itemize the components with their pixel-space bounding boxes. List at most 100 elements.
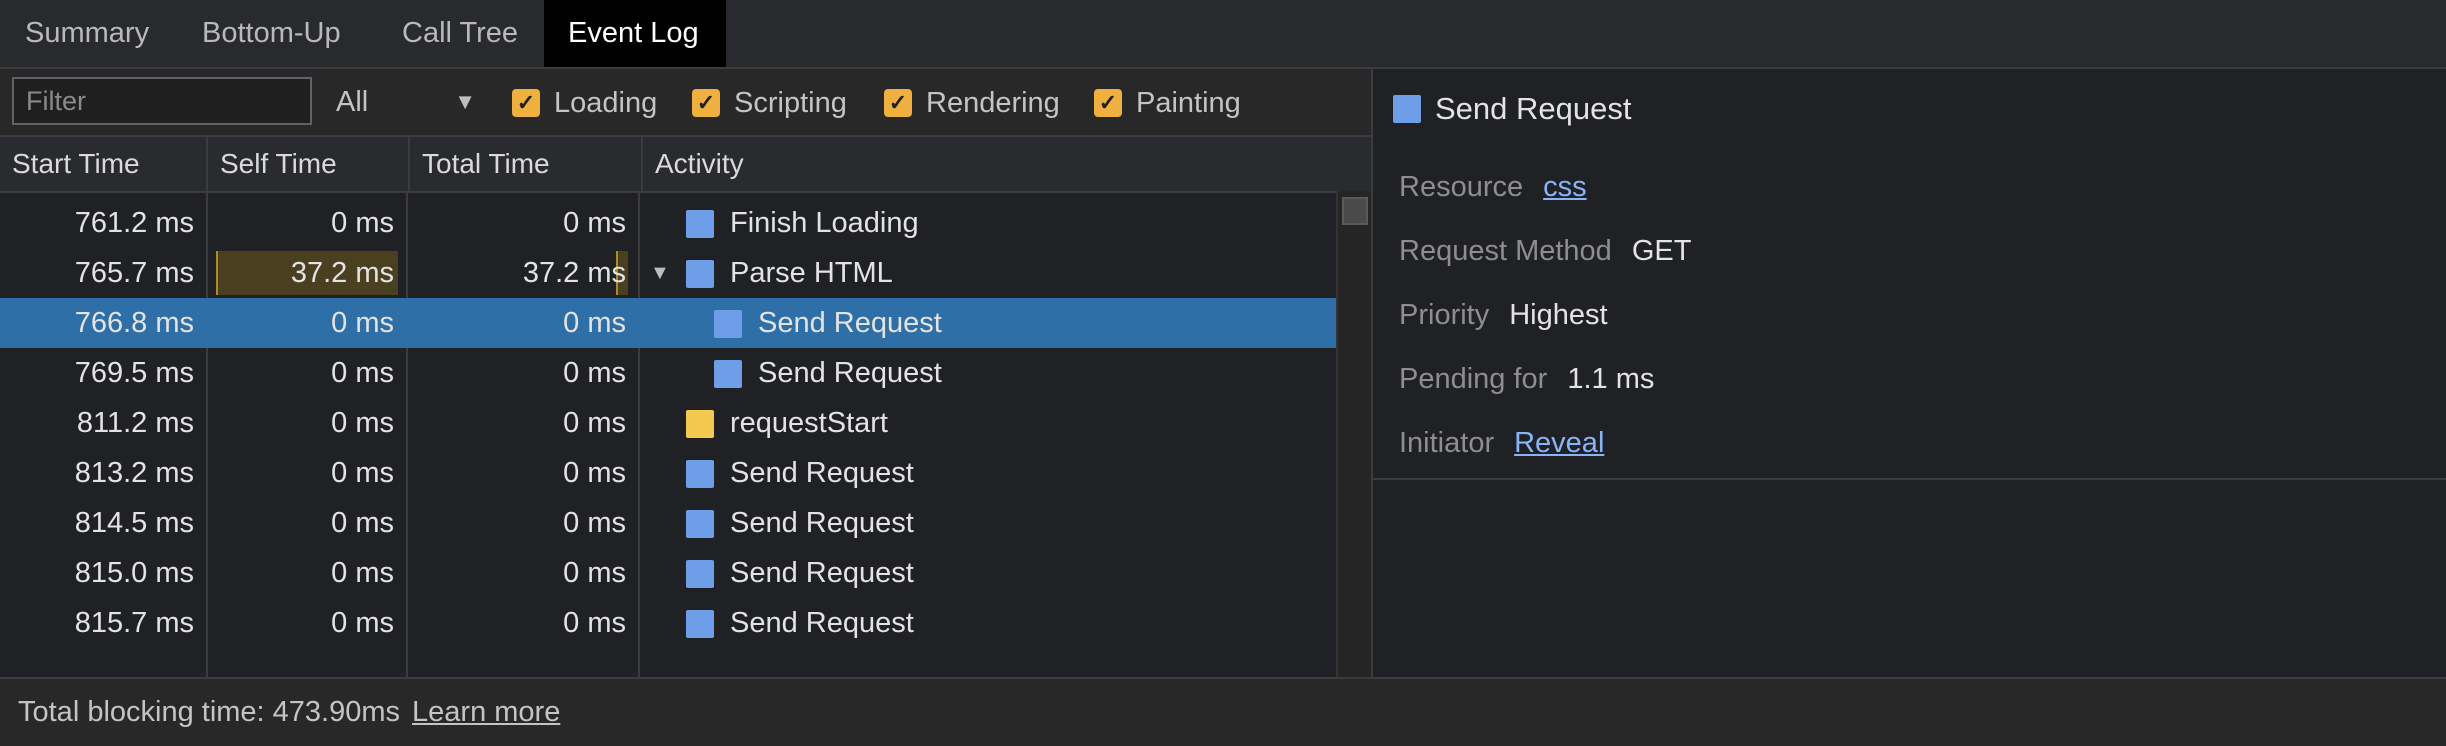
details-field: Priority Highest	[1399, 295, 1608, 335]
details-divider	[1373, 478, 2446, 480]
tab-call-tree[interactable]: Call Tree	[380, 0, 544, 67]
activity-cell: Send Request	[758, 307, 942, 339]
tab-bottom-up[interactable]: Bottom-Up	[178, 0, 372, 67]
table-scrollbar[interactable]	[1336, 191, 1371, 677]
total-time-cell: 0 ms	[563, 357, 626, 389]
self-time-cell: 0 ms	[331, 457, 394, 489]
column-header-label: Activity	[655, 148, 744, 179]
details-field: Pending for 1.1 ms	[1399, 359, 1654, 399]
painting-checkbox-label: Painting	[1136, 87, 1241, 119]
total-time-cell: 0 ms	[563, 557, 626, 589]
table-row[interactable]: 765.7 ms 37.2 ms 37.2 ms ▼ Parse HTML	[0, 248, 1336, 298]
details-title-text: Send Request	[1435, 91, 1632, 126]
scrollbar-thumb[interactable]	[1342, 197, 1368, 225]
dropdown-arrow-icon: ▼	[454, 89, 476, 114]
status-footer: Total blocking time: 473.90ms Learn more	[0, 677, 2446, 746]
self-time-cell: 37.2 ms	[290, 257, 394, 289]
event-color-swatch	[1393, 95, 1421, 123]
table-row[interactable]: 815.0 ms 0 ms 0 ms Send Request	[0, 548, 1336, 598]
tab-summary[interactable]: Summary	[0, 0, 178, 67]
checkmark-icon: ✓	[692, 89, 720, 117]
table-row[interactable]: 814.5 ms 0 ms 0 ms Send Request	[0, 498, 1336, 548]
details-field-key: Initiator	[1399, 427, 1495, 459]
event-color-swatch	[686, 260, 714, 288]
table-row[interactable]: 815.7 ms 0 ms 0 ms Send Request	[0, 598, 1336, 648]
learn-more-link[interactable]: Learn more	[412, 696, 560, 728]
details-field-key: Pending for	[1399, 363, 1548, 395]
activity-cell: Parse HTML	[730, 257, 893, 289]
self-time-cell: 0 ms	[331, 607, 394, 639]
total-time-cell: 37.2 ms	[522, 257, 626, 289]
table-row[interactable]: 761.2 ms 0 ms 0 ms Finish Loading	[0, 198, 1336, 248]
checkmark-icon: ✓	[512, 89, 540, 117]
details-field: Resource css	[1399, 167, 1587, 207]
details-field-value: Highest	[1509, 299, 1608, 331]
self-time-cell: 0 ms	[331, 407, 394, 439]
tab-bar: Summary Bottom-Up Call Tree Event Log	[0, 0, 2446, 69]
footer-text: Total blocking time: 473.90ms Learn more	[18, 679, 560, 746]
filter-input[interactable]	[12, 77, 312, 125]
activity-cell: Send Request	[758, 357, 942, 389]
details-field-link[interactable]: css	[1543, 171, 1587, 203]
total-blocking-time: Total blocking time: 473.90ms	[18, 696, 401, 728]
total-time-cell: 0 ms	[563, 307, 626, 339]
start-time-cell: 813.2 ms	[74, 457, 194, 489]
expand-arrow-icon[interactable]: ▼	[650, 248, 670, 298]
details-field-value: 1.1 ms	[1567, 363, 1655, 395]
details-panel: Send Request Resource css Request Method GE…	[1373, 69, 2446, 479]
table-row[interactable]: 811.2 ms 0 ms 0 ms requestStart	[0, 398, 1336, 448]
activity-cell: requestStart	[730, 407, 888, 439]
self-time-cell: 0 ms	[331, 357, 394, 389]
self-time-cell: 0 ms	[331, 507, 394, 539]
start-time-cell: 815.7 ms	[74, 607, 194, 639]
event-color-swatch	[686, 410, 714, 438]
column-header-activity[interactable]: Activity	[643, 137, 1371, 191]
details-field-key: Priority	[1399, 299, 1490, 331]
total-time-cell: 0 ms	[563, 207, 626, 239]
rendering-checkbox-label: Rendering	[926, 87, 1060, 119]
event-color-swatch	[686, 510, 714, 538]
event-log-table: 761.2 ms 0 ms 0 ms Finish Loading 765.7 ms 37…	[0, 191, 1336, 677]
tab-call-tree-label: Call Tree	[402, 17, 519, 49]
start-time-cell: 761.2 ms	[74, 207, 194, 239]
start-time-cell: 815.0 ms	[74, 557, 194, 589]
event-color-swatch	[714, 310, 742, 338]
event-color-swatch	[686, 560, 714, 588]
loading-checkbox[interactable]: ✓ Loading	[512, 83, 682, 123]
scripting-checkbox[interactable]: ✓ Scripting	[692, 83, 872, 123]
column-header-label: Total Time	[422, 148, 550, 179]
details-field: Initiator Reveal	[1399, 423, 1604, 463]
column-header-start-time[interactable]: Start Time	[0, 137, 208, 191]
level-dropdown[interactable]: All ▼	[336, 79, 476, 125]
details-field-link[interactable]: Reveal	[1514, 427, 1604, 459]
total-time-cell: 0 ms	[563, 457, 626, 489]
activity-cell: Send Request	[730, 507, 914, 539]
details-field: Request Method GET	[1399, 231, 1691, 271]
total-time-cell: 0 ms	[563, 507, 626, 539]
table-row[interactable]: 813.2 ms 0 ms 0 ms Send Request	[0, 448, 1336, 498]
column-header-self-time[interactable]: Self Time	[208, 137, 410, 191]
start-time-cell: 811.2 ms	[76, 407, 194, 439]
column-header-total-time[interactable]: Total Time	[410, 137, 643, 191]
tab-summary-label: Summary	[25, 17, 150, 49]
details-field-value: GET	[1631, 235, 1692, 267]
details-field-key: Request Method	[1399, 235, 1612, 267]
activity-cell: Finish Loading	[730, 207, 919, 239]
activity-cell: Send Request	[730, 457, 914, 489]
rendering-checkbox[interactable]: ✓ Rendering	[884, 83, 1074, 123]
table-row[interactable]: 769.5 ms 0 ms 0 ms Send Request	[0, 348, 1336, 398]
start-time-cell: 765.7 ms	[74, 257, 194, 289]
table-header: Start Time Self Time Total Time Activity	[0, 135, 1371, 193]
start-time-cell: 766.8 ms	[74, 307, 194, 339]
activity-cell: Send Request	[730, 607, 914, 639]
painting-checkbox[interactable]: ✓ Painting	[1094, 83, 1264, 123]
loading-checkbox-label: Loading	[554, 87, 658, 119]
activity-cell: Send Request	[730, 557, 914, 589]
table-row[interactable]: 766.8 ms 0 ms 0 ms Send Request	[0, 298, 1336, 348]
details-field-key: Resource	[1399, 171, 1524, 203]
tab-event-log[interactable]: Event Log	[544, 0, 726, 67]
level-dropdown-value: All	[336, 86, 369, 118]
checkmark-icon: ✓	[884, 89, 912, 117]
event-color-swatch	[686, 460, 714, 488]
self-time-cell: 0 ms	[331, 307, 394, 339]
